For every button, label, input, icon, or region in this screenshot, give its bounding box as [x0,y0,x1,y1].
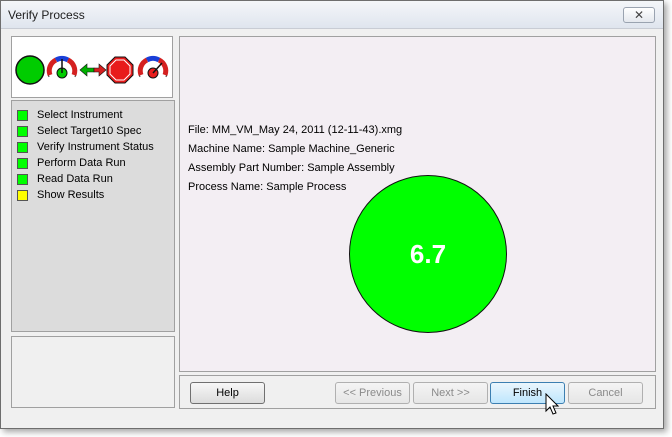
step-status-indicator [17,141,28,153]
file-name-text: File: MM_VM_May 24, 2011 (12-11-43).xmg [188,124,403,136]
result-value: 6.7 [409,238,447,269]
result-indicator: 6.7 [349,175,507,333]
button-bar: Help << Previous Next >> Finish Cancel [179,375,656,409]
machine-name-text: Machine Name: Sample Machine_Generic [188,143,395,155]
step-label: Perform Data Run [37,157,126,169]
cancel-button[interactable]: Cancel [568,382,643,404]
steps-list: Select Instrument Select Target10 Spec V… [11,100,175,332]
step-read-run: Read Data Run [17,171,113,187]
step-status-indicator [17,173,28,185]
step-show-results: Show Results [17,187,104,203]
step-select-instrument: Select Instrument [17,107,123,123]
mouse-pointer-icon [545,392,561,420]
step-label: Verify Instrument Status [37,141,154,153]
gauge-red-icon [137,55,169,79]
status-icon-panel [11,36,173,98]
process-name-text: Process Name: Sample Process [188,181,347,193]
step-status-indicator [17,109,28,121]
step-select-spec: Select Target10 Spec [17,123,141,139]
gauge-green-icon [46,55,78,79]
step-status-indicator [17,125,28,137]
stop-sign-icon [106,56,134,84]
close-button[interactable]: ✕ [623,7,655,23]
step-perform-run: Perform Data Run [17,155,126,171]
green-light-icon [15,55,45,85]
step-label: Read Data Run [37,173,113,185]
results-panel: File: MM_VM_May 24, 2011 (12-11-43).xmg … [179,36,656,372]
step-verify-instrument: Verify Instrument Status [17,139,154,155]
double-arrow-icon [79,63,107,77]
step-label: Show Results [37,189,105,201]
step-status-indicator [17,189,28,201]
previous-button[interactable]: << Previous [335,382,410,404]
verify-process-dialog: Verify Process ✕ Select Instrument Selec… [0,0,664,429]
next-button[interactable]: Next >> [413,382,488,404]
step-label: Select Target10 Spec [37,125,142,137]
title-bar: Verify Process ✕ [1,1,663,29]
step-status-indicator [17,157,28,169]
assembly-part-text: Assembly Part Number: Sample Assembly [188,162,395,174]
help-button[interactable]: Help [190,382,265,404]
step-label: Select Instrument [37,109,123,121]
left-bottom-panel [11,336,175,408]
window-title: Verify Process [8,8,85,22]
